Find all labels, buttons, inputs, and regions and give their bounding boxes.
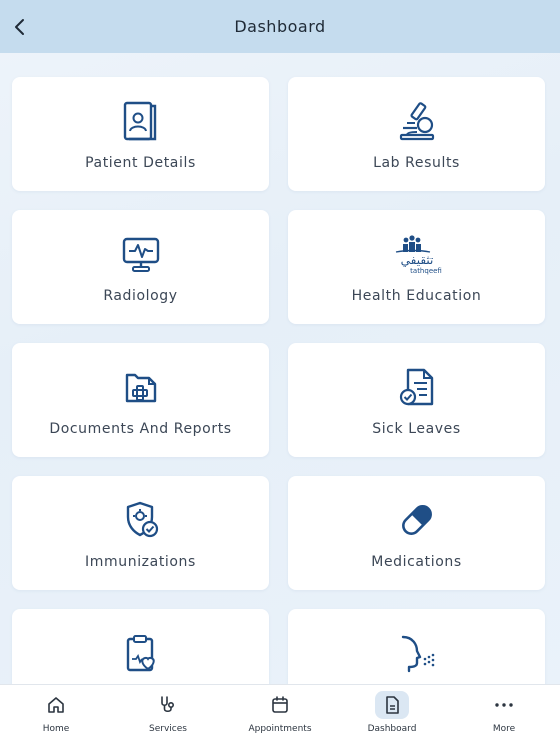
home-icon bbox=[48, 697, 64, 713]
card-immunizations[interactable]: Immunizations bbox=[12, 476, 269, 590]
page-title: Dashboard bbox=[234, 17, 326, 36]
tab-home[interactable]: Home bbox=[0, 685, 112, 747]
microscope-icon bbox=[399, 102, 434, 141]
tab-dashboard[interactable]: Dashboard bbox=[336, 685, 448, 747]
tab-label: Appointments bbox=[248, 724, 312, 734]
card-label: Sick Leaves bbox=[372, 421, 461, 437]
bottom-tab-bar: Home Services Appointments Dashboard Mor… bbox=[0, 684, 560, 747]
chevron-left-icon bbox=[15, 19, 24, 35]
tab-label: Dashboard bbox=[367, 724, 417, 734]
card-lab-results[interactable]: Lab Results bbox=[288, 77, 545, 191]
shield-virus-check-icon bbox=[126, 501, 158, 538]
tab-more[interactable]: More bbox=[448, 685, 560, 747]
back-button[interactable] bbox=[6, 13, 34, 41]
document-check-icon bbox=[399, 368, 433, 406]
card-documents-and-reports[interactable]: Documents And Reports bbox=[12, 343, 269, 457]
svg-text:تثقيفي: تثقيفي bbox=[400, 253, 433, 267]
tab-label: Home bbox=[42, 724, 70, 734]
card-respiratory[interactable] bbox=[288, 609, 545, 684]
tab-appointments[interactable]: Appointments bbox=[224, 685, 336, 747]
card-label: Documents And Reports bbox=[49, 421, 232, 437]
tab-label: Services bbox=[149, 724, 187, 734]
card-label: Health Education bbox=[351, 288, 482, 304]
card-patient-details[interactable]: Patient Details bbox=[12, 77, 269, 191]
card-medications[interactable]: Medications bbox=[288, 476, 545, 590]
app-header: Dashboard bbox=[0, 0, 560, 53]
patient-file-icon bbox=[123, 101, 156, 141]
card-sick-leaves[interactable]: Sick Leaves bbox=[288, 343, 545, 457]
tab-services[interactable]: Services bbox=[112, 685, 224, 747]
svg-text:tathqeefi: tathqeefi bbox=[410, 267, 442, 275]
more-icon bbox=[495, 703, 513, 707]
medical-folder-icon bbox=[125, 373, 156, 403]
pill-icon bbox=[401, 505, 432, 535]
card-label: Radiology bbox=[103, 288, 178, 304]
clipboard-heart-icon bbox=[126, 635, 155, 672]
monitor-heartbeat-icon bbox=[122, 237, 159, 272]
tathqeefi-logo: تثقيفي tathqeefi bbox=[395, 235, 442, 275]
card-health-education[interactable]: تثقيفي tathqeefi Health Education bbox=[288, 210, 545, 324]
face-breath-icon bbox=[401, 635, 434, 673]
card-clipboard-heart[interactable] bbox=[12, 609, 269, 684]
card-label: Immunizations bbox=[85, 554, 196, 570]
card-label: Medications bbox=[371, 554, 462, 570]
card-label: Lab Results bbox=[373, 155, 460, 171]
card-radiology[interactable]: Radiology bbox=[12, 210, 269, 324]
document-icon bbox=[386, 696, 399, 714]
tab-label: More bbox=[492, 724, 516, 734]
card-label: Patient Details bbox=[85, 155, 196, 171]
calendar-icon bbox=[272, 696, 288, 713]
stethoscope-icon bbox=[161, 696, 175, 713]
dashboard-grid: Patient Details Lab Results Radiology تث… bbox=[0, 53, 560, 684]
